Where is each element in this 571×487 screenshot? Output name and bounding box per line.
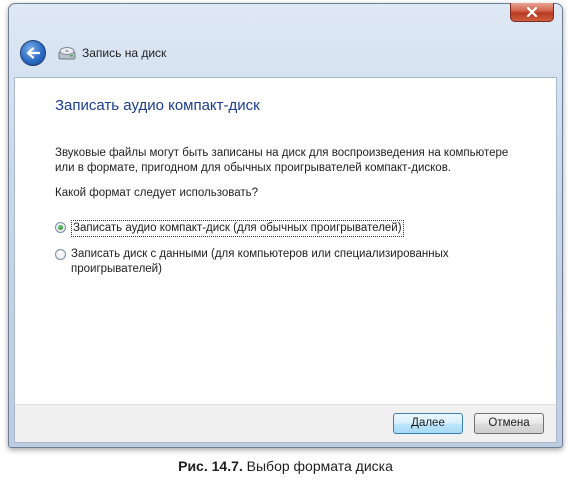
page-heading: Записать аудио компакт-диск bbox=[55, 97, 260, 114]
next-button[interactable]: Далее bbox=[393, 413, 463, 434]
disc-burner-icon bbox=[58, 47, 76, 60]
content-area: Записать аудио компакт-диск Звуковые фай… bbox=[14, 77, 557, 404]
wizard-title: Запись на диск bbox=[58, 45, 166, 61]
button-bar: Далее Отмена bbox=[14, 404, 557, 443]
dialog-window: Запись на диск Записать аудио компакт-ди… bbox=[8, 3, 563, 448]
next-button-accesskey: Д bbox=[411, 417, 419, 429]
figure-caption-text: Выбор формата диска bbox=[242, 458, 393, 474]
back-button[interactable] bbox=[20, 40, 46, 66]
navigation-bar: Запись на диск bbox=[14, 30, 557, 76]
back-arrow-icon bbox=[26, 47, 40, 59]
figure-caption: Рис. 14.7. Выбор формата диска bbox=[0, 458, 571, 474]
option-audio-cd[interactable]: Записать аудио компакт-диск (для обычных… bbox=[55, 220, 404, 237]
figure-number: Рис. 14.7. bbox=[178, 458, 243, 474]
close-button[interactable] bbox=[510, 3, 554, 22]
close-icon bbox=[526, 7, 538, 17]
option-data-disc[interactable]: Записать диск с данными (для компьютеров… bbox=[55, 247, 475, 277]
next-button-label: алее bbox=[418, 417, 445, 429]
cancel-button[interactable]: Отмена bbox=[474, 413, 544, 434]
option-audio-cd-label[interactable]: Записать аудио компакт-диск (для обычных… bbox=[71, 220, 404, 237]
wizard-title-text: Запись на диск bbox=[82, 46, 167, 60]
description-text: Звуковые файлы могут быть записаны на ди… bbox=[55, 147, 509, 174]
format-question: Какой формат следует использовать? bbox=[55, 187, 259, 199]
option-data-disc-label[interactable]: Записать диск с данными (для компьютеров… bbox=[71, 247, 475, 277]
radio-data-disc[interactable] bbox=[55, 249, 66, 260]
radio-audio-cd[interactable] bbox=[55, 222, 66, 233]
